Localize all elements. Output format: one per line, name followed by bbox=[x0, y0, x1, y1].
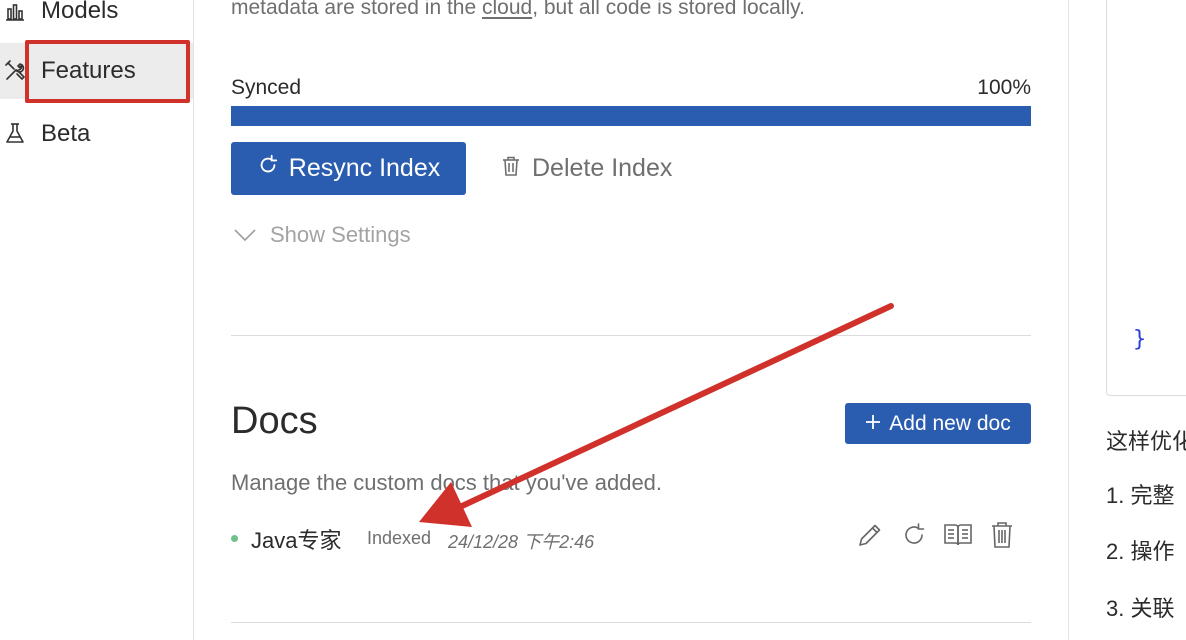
index-description: metadata are stored in the cloud, but al… bbox=[231, 0, 805, 20]
sidebar-item-label: Models bbox=[41, 0, 119, 24]
code-block: } bbox=[1106, 0, 1186, 396]
sync-progress-fill bbox=[231, 106, 1031, 126]
show-settings-label: Show Settings bbox=[270, 222, 411, 247]
doc-list-item: Java专家 Indexed 24/12/28 下午2:46 bbox=[231, 520, 1031, 558]
docs-description: Manage the custom docs that you've added… bbox=[231, 470, 663, 495]
resync-index-label: Resync Index bbox=[288, 154, 441, 182]
features-panel: metadata are stored in the cloud, but al… bbox=[194, 0, 1068, 640]
chevron-down-icon bbox=[234, 222, 256, 248]
book-icon bbox=[943, 522, 973, 553]
sidebar-item-features[interactable]: Features bbox=[0, 43, 193, 99]
reindex-doc-button[interactable] bbox=[899, 522, 929, 552]
status-dot bbox=[231, 535, 238, 542]
edit-doc-button[interactable] bbox=[855, 522, 885, 552]
chat-text-line: 3. 关联 bbox=[1106, 596, 1175, 621]
app-root: Models Features Beta metadata are stored… bbox=[0, 0, 1186, 640]
doc-name: Java专家 bbox=[251, 528, 342, 553]
refresh-icon bbox=[900, 521, 928, 554]
settings-sidebar: Models Features Beta bbox=[0, 0, 194, 640]
code-brace: } bbox=[1133, 327, 1147, 352]
delete-index-label: Delete Index bbox=[532, 154, 673, 182]
chat-text-line: 1. 完整 bbox=[1106, 483, 1175, 508]
sidebar-item-label: Features bbox=[41, 57, 136, 84]
resync-index-button[interactable]: Resync Index bbox=[231, 142, 466, 195]
show-settings-toggle[interactable]: Show Settings bbox=[234, 222, 411, 248]
sync-progress-text: 100% bbox=[977, 76, 1031, 99]
section-divider bbox=[231, 622, 1031, 623]
intro-text: , but all code is stored locally. bbox=[532, 0, 805, 19]
add-new-doc-button[interactable]: Add new doc bbox=[845, 403, 1031, 444]
add-new-doc-label: Add new doc bbox=[889, 411, 1011, 435]
delete-index-button[interactable]: Delete Index bbox=[496, 142, 678, 195]
trash-icon bbox=[990, 521, 1014, 554]
doc-status: Indexed bbox=[367, 528, 432, 548]
sidebar-item-label: Beta bbox=[41, 120, 91, 147]
plus-icon bbox=[865, 412, 881, 436]
flask-icon bbox=[3, 122, 27, 146]
intro-text: metadata are stored in the bbox=[231, 0, 482, 19]
refresh-icon bbox=[257, 154, 279, 183]
cloud-link[interactable]: cloud bbox=[482, 0, 532, 19]
pencil-icon bbox=[856, 521, 884, 554]
view-doc-button[interactable] bbox=[943, 522, 973, 552]
delete-doc-button[interactable] bbox=[987, 521, 1017, 554]
trash-icon bbox=[502, 154, 520, 183]
doc-actions bbox=[855, 521, 1017, 554]
bar-chart-icon bbox=[3, 0, 27, 23]
doc-timestamp: 24/12/28 下午2:46 bbox=[448, 532, 595, 552]
sidebar-item-beta[interactable]: Beta bbox=[0, 106, 193, 162]
sync-progress-bar bbox=[231, 106, 1031, 126]
sync-status-label: Synced bbox=[231, 76, 302, 99]
sidebar-item-models[interactable]: Models bbox=[0, 0, 193, 39]
tools-icon bbox=[3, 59, 27, 83]
docs-heading: Docs bbox=[231, 400, 318, 442]
chat-text-line: 2. 操作 bbox=[1106, 539, 1175, 564]
section-divider bbox=[231, 335, 1031, 336]
chat-text-line: 这样优化 bbox=[1106, 429, 1186, 454]
chat-panel: } 这样优化 1. 完整 2. 操作 3. 关联 bbox=[1068, 0, 1186, 640]
